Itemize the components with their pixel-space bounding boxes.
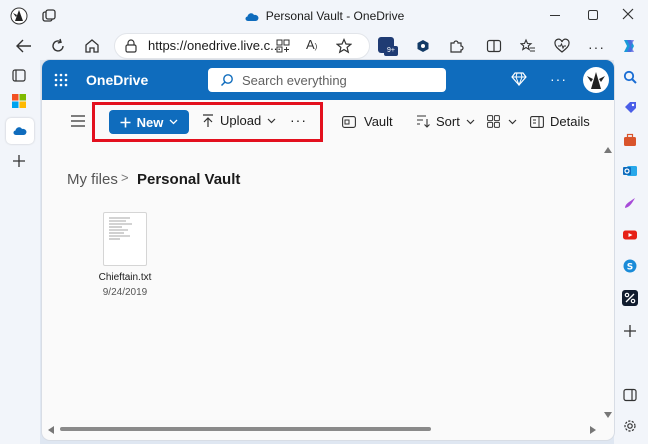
extension-badge: 9+ (384, 46, 398, 56)
sort-label: Sort (436, 114, 460, 129)
sidebar-search-icon[interactable] (623, 70, 637, 84)
file-name[interactable]: Chieftain.txt (82, 272, 168, 283)
premium-diamond-icon[interactable] (511, 72, 527, 86)
sidebar-outlook-icon[interactable] (623, 164, 637, 178)
sidebar-skype-icon[interactable]: S (623, 259, 637, 273)
read-aloud-label: A (306, 37, 315, 52)
sidebar-add-icon[interactable] (623, 324, 637, 338)
vault-label: Vault (364, 114, 393, 129)
settings-more-button[interactable]: ··· (588, 39, 605, 55)
onedrive-tab-icon (12, 125, 28, 136)
horizontal-scrollbar-thumb[interactable] (60, 427, 431, 431)
nav-menu-hamburger-icon[interactable] (71, 115, 85, 127)
view-options-button[interactable] (487, 115, 517, 128)
header-more-button[interactable]: ··· (550, 71, 567, 87)
microsoft-start-tab-icon[interactable] (12, 94, 26, 108)
sidebar-tools-icon[interactable] (623, 133, 637, 147)
sort-button[interactable]: Sort (416, 114, 475, 129)
maximize-button[interactable] (588, 10, 598, 20)
vault-icon (342, 115, 356, 128)
window-title: Personal Vault - OneDrive (265, 9, 405, 23)
window-title-area: Personal Vault - OneDrive (0, 0, 648, 32)
scroll-down-arrow[interactable] (604, 412, 612, 418)
scroll-up-arrow[interactable] (604, 147, 612, 153)
favorite-star-icon[interactable] (336, 38, 352, 54)
back-button[interactable] (16, 39, 32, 53)
vault-button[interactable]: Vault (342, 114, 393, 129)
sidebar-settings-gear-icon[interactable] (623, 419, 637, 433)
close-button[interactable] (622, 8, 634, 20)
details-label: Details (550, 114, 590, 129)
sidebar-designer-icon[interactable] (623, 196, 637, 210)
chevron-down-icon (508, 119, 517, 125)
address-url[interactable]: https://onedrive.live.c... (148, 38, 281, 53)
onedrive-tab[interactable] (6, 118, 34, 144)
page-title: Personal Vault (137, 171, 241, 188)
text-file-icon[interactable] (103, 212, 147, 266)
grid-view-icon (487, 115, 500, 128)
search-icon (220, 73, 234, 87)
highlight-box (92, 102, 323, 142)
scroll-left-arrow[interactable] (48, 426, 54, 434)
copilot-icon[interactable] (620, 37, 638, 55)
extensions-puzzle-icon[interactable] (448, 38, 464, 54)
search-placeholder: Search everything (242, 73, 347, 88)
app-available-icon[interactable] (276, 39, 290, 53)
sidebar-youtube-icon[interactable] (623, 228, 637, 242)
account-avatar[interactable] (583, 67, 609, 93)
extension-bitwarden-icon[interactable]: 9+ (378, 37, 398, 57)
breadcrumb-separator: > (121, 170, 129, 185)
minimize-button[interactable] (550, 15, 560, 16)
details-pane-icon (530, 115, 544, 128)
scroll-right-arrow[interactable] (590, 426, 596, 434)
new-tab-plus-icon[interactable] (12, 154, 26, 168)
read-aloud-icon[interactable]: A) (306, 37, 317, 52)
favorites-icon[interactable] (520, 38, 536, 54)
sidebar-percent-icon[interactable] (622, 290, 638, 306)
sort-icon (416, 115, 430, 128)
tab-actions-icon[interactable] (12, 68, 26, 82)
app-launcher-icon[interactable] (54, 73, 68, 87)
extension-hex-icon[interactable] (416, 39, 430, 53)
chevron-down-icon (466, 119, 475, 125)
onedrive-cloud-icon (244, 11, 260, 22)
svg-text:S: S (627, 263, 633, 273)
browser-essentials-icon[interactable] (554, 38, 570, 54)
details-button[interactable]: Details (530, 114, 590, 129)
split-screen-icon[interactable] (486, 38, 502, 54)
lock-icon[interactable] (125, 39, 137, 53)
sidebar-shopping-icon[interactable] (623, 101, 637, 115)
hide-sidebar-icon[interactable] (623, 388, 637, 402)
onedrive-brand[interactable]: OneDrive (86, 72, 148, 88)
home-button[interactable] (84, 38, 100, 54)
refresh-button[interactable] (50, 38, 66, 54)
sidebar-rail (614, 60, 648, 444)
onedrive-page: OneDrive Search everything ··· New Uploa… (42, 60, 614, 440)
breadcrumb-root[interactable]: My files (67, 171, 118, 188)
file-date: 9/24/2019 (102, 287, 148, 298)
